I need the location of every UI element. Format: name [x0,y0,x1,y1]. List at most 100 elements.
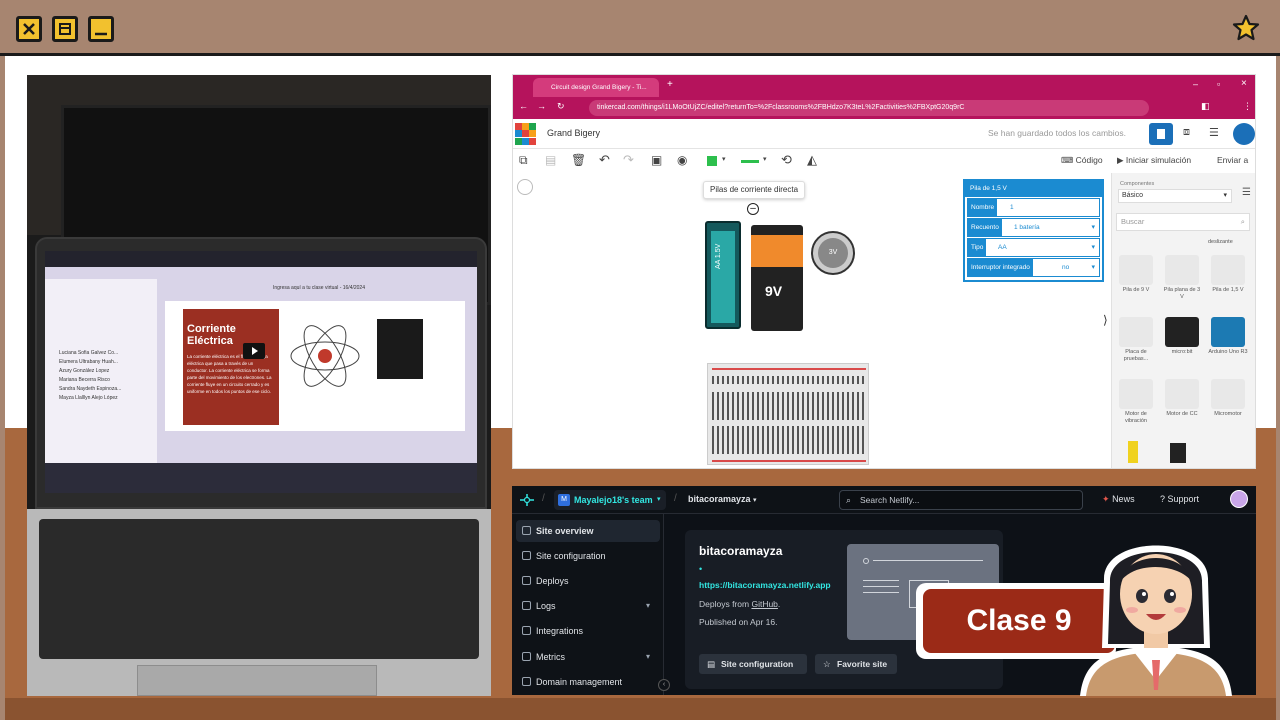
send-to-button[interactable]: Enviar a [1217,155,1248,165]
close-browser-icon[interactable]: × [1241,78,1247,89]
browser-tab[interactable]: Circuit design Grand Bigery - Ti... [533,78,659,97]
component-label: micro:bit [1171,349,1193,355]
redo-icon[interactable]: ↷ [623,152,634,168]
user-avatar[interactable] [1230,490,1248,508]
component-label: Motor de CC [1166,411,1198,417]
component-dc-motor[interactable]: Motor de CC [1162,379,1202,418]
undo-icon[interactable]: ↶ [599,152,610,168]
component-coin[interactable]: Pila plana de 3 V [1162,255,1202,301]
9v-battery[interactable]: 9V [751,225,803,331]
chevron-down-icon: ▾ [1091,224,1095,231]
breadboard[interactable] [707,363,869,465]
flip-icon[interactable]: ◭ [807,152,817,168]
extensions-icon[interactable]: ◧ [1201,101,1210,112]
aa-battery-label: AA 1.5V [715,243,722,269]
components-sidebar: Componentes Básico ▾ ☰ Buscar ⌕ deslizante… [1111,173,1255,468]
component-arduino[interactable]: Arduino Uno R3 [1208,317,1248,356]
chevron-down-icon[interactable]: ▾ [763,155,767,163]
url-field[interactable]: tinkercad.com/things/i1LMoOtUjZC/editel?… [589,100,1149,116]
chevron-down-icon[interactable]: ▾ [722,155,726,163]
favorite-site-button[interactable]: ☆ Favorite site [815,654,897,674]
component-aa[interactable]: Pila de 1,5 V [1208,255,1248,294]
property-row-name[interactable]: Nombre 1 [967,198,1100,217]
paste-icon[interactable]: ▤ [545,153,556,167]
property-row-type[interactable]: Tipo AA ▾ [967,238,1100,257]
coin-cell-battery[interactable]: 3V [811,231,855,275]
notes-icon[interactable]: ▣ [651,153,662,167]
component-view-icon[interactable]: ⧈ [1183,126,1190,139]
components-category-select[interactable]: Básico ▾ [1118,189,1232,203]
breadboard-rail-red [712,460,866,462]
netlify-search-input[interactable]: ⌕ Search Netlify... [839,490,1083,510]
components-search-input[interactable]: Buscar ⌕ [1116,213,1250,231]
component-9v[interactable]: Pila de 9 V [1116,255,1156,294]
tinkercad-logo[interactable] [515,123,537,145]
video-play-button[interactable] [243,343,265,359]
property-row-count[interactable]: Recuento 1 batería ▾ [967,218,1100,237]
nav-label: Site overview [536,526,594,536]
fit-view-icon[interactable] [517,179,533,195]
component-label: Micromotor [1214,411,1242,417]
list-icon[interactable]: ☰ [1242,187,1251,198]
component-breadboard[interactable]: Placa de pruebas... [1116,317,1156,363]
menu-icon[interactable]: ⋮ [1243,101,1252,112]
back-arrow-icon[interactable]: ← [519,101,528,111]
nav-logs[interactable]: Logs ▾ [516,595,660,617]
component-label: Pila plana de 3 V [1163,287,1201,300]
user-avatar[interactable] [1233,123,1255,145]
list-view-icon[interactable]: ☰ [1209,126,1219,139]
site-switcher[interactable]: bitacoramayza ▾ [688,494,757,504]
component-microbit[interactable]: micro:bit [1162,317,1202,356]
nav-domain-management[interactable]: Domain management [516,671,660,693]
component-label: Placa de pruebas... [1123,349,1149,362]
frame-right [1276,56,1280,720]
maximize-window-button[interactable] [52,16,78,42]
slide-red-block: Corriente Eléctrica La corriente eléctri… [183,309,279,425]
nav-deploys[interactable]: Deploys [516,570,660,592]
simulate-button[interactable]: ▶ Iniciar simulación [1117,155,1191,166]
copy-icon[interactable]: ⧉ [519,153,528,168]
restore-browser-icon[interactable]: ▫ [1217,79,1220,89]
component-vibration-motor[interactable]: Motor de vibración [1116,379,1156,425]
micromotor-icon [1211,379,1245,409]
view-icon[interactable]: ◉ [677,153,687,167]
forward-arrow-icon[interactable]: → [537,101,546,111]
nav-site-overview[interactable]: Site overview [516,520,660,542]
wire-color-swatch[interactable] [741,160,759,163]
collapse-sidebar-icon[interactable]: ‹ [658,679,670,691]
support-link[interactable]: ? Support [1160,494,1199,504]
news-link[interactable]: ✦ News [1102,494,1135,505]
github-link[interactable]: GitHub [751,599,777,609]
panel-expand-icon[interactable]: ⟩ [1103,313,1108,327]
rotate-icon[interactable]: ⟲ [781,152,792,168]
minimize-window-button[interactable] [88,16,114,42]
code-button[interactable]: ⌨ Código [1061,155,1103,166]
browser-tab-strip: Circuit design Grand Bigery - Ti... + – … [513,75,1255,97]
color-swatch[interactable] [707,156,717,166]
component-micromotor[interactable]: Micromotor [1208,379,1248,418]
site-configuration-button[interactable]: ▤ Site configuration [699,654,807,674]
star-icon[interactable] [1232,14,1260,42]
nav-site-configuration[interactable]: Site configuration [516,545,660,567]
team-switcher[interactable]: M Mayalejo18's team ▾ [554,490,666,510]
site-url-link[interactable]: https://bitacoramayza.netlify.app [699,580,831,590]
property-label: Tipo [968,239,987,256]
preview-line [863,592,899,593]
nav-metrics[interactable]: Metrics ▾ [516,646,660,668]
minimize-browser-icon[interactable]: – [1193,79,1198,89]
vibration-motor-icon [1119,379,1153,409]
design-name[interactable]: Grand Bigery [547,128,600,138]
microbit-icon [1165,317,1199,347]
tinkercad-toolbar: ⧉ ▤ 🗑 ↶ ↷ ▣ ◉ ▾ ▾ ⟲ ◭ [513,149,1113,173]
netlify-logo-icon[interactable] [518,492,536,508]
close-window-button[interactable] [16,16,42,42]
metrics-icon [522,652,531,661]
new-tab-icon[interactable]: + [667,79,673,90]
nav-integrations[interactable]: Integrations [516,620,660,642]
reload-icon[interactable]: ↻ [557,101,565,112]
laptop-trackpad [137,665,377,696]
delete-icon[interactable]: 🗑 [571,153,586,167]
circuit-view-button[interactable] [1149,123,1173,145]
aa-battery[interactable]: AA 1.5V [705,221,741,329]
property-row-switch[interactable]: Interruptor integrado no ▾ [967,258,1100,277]
